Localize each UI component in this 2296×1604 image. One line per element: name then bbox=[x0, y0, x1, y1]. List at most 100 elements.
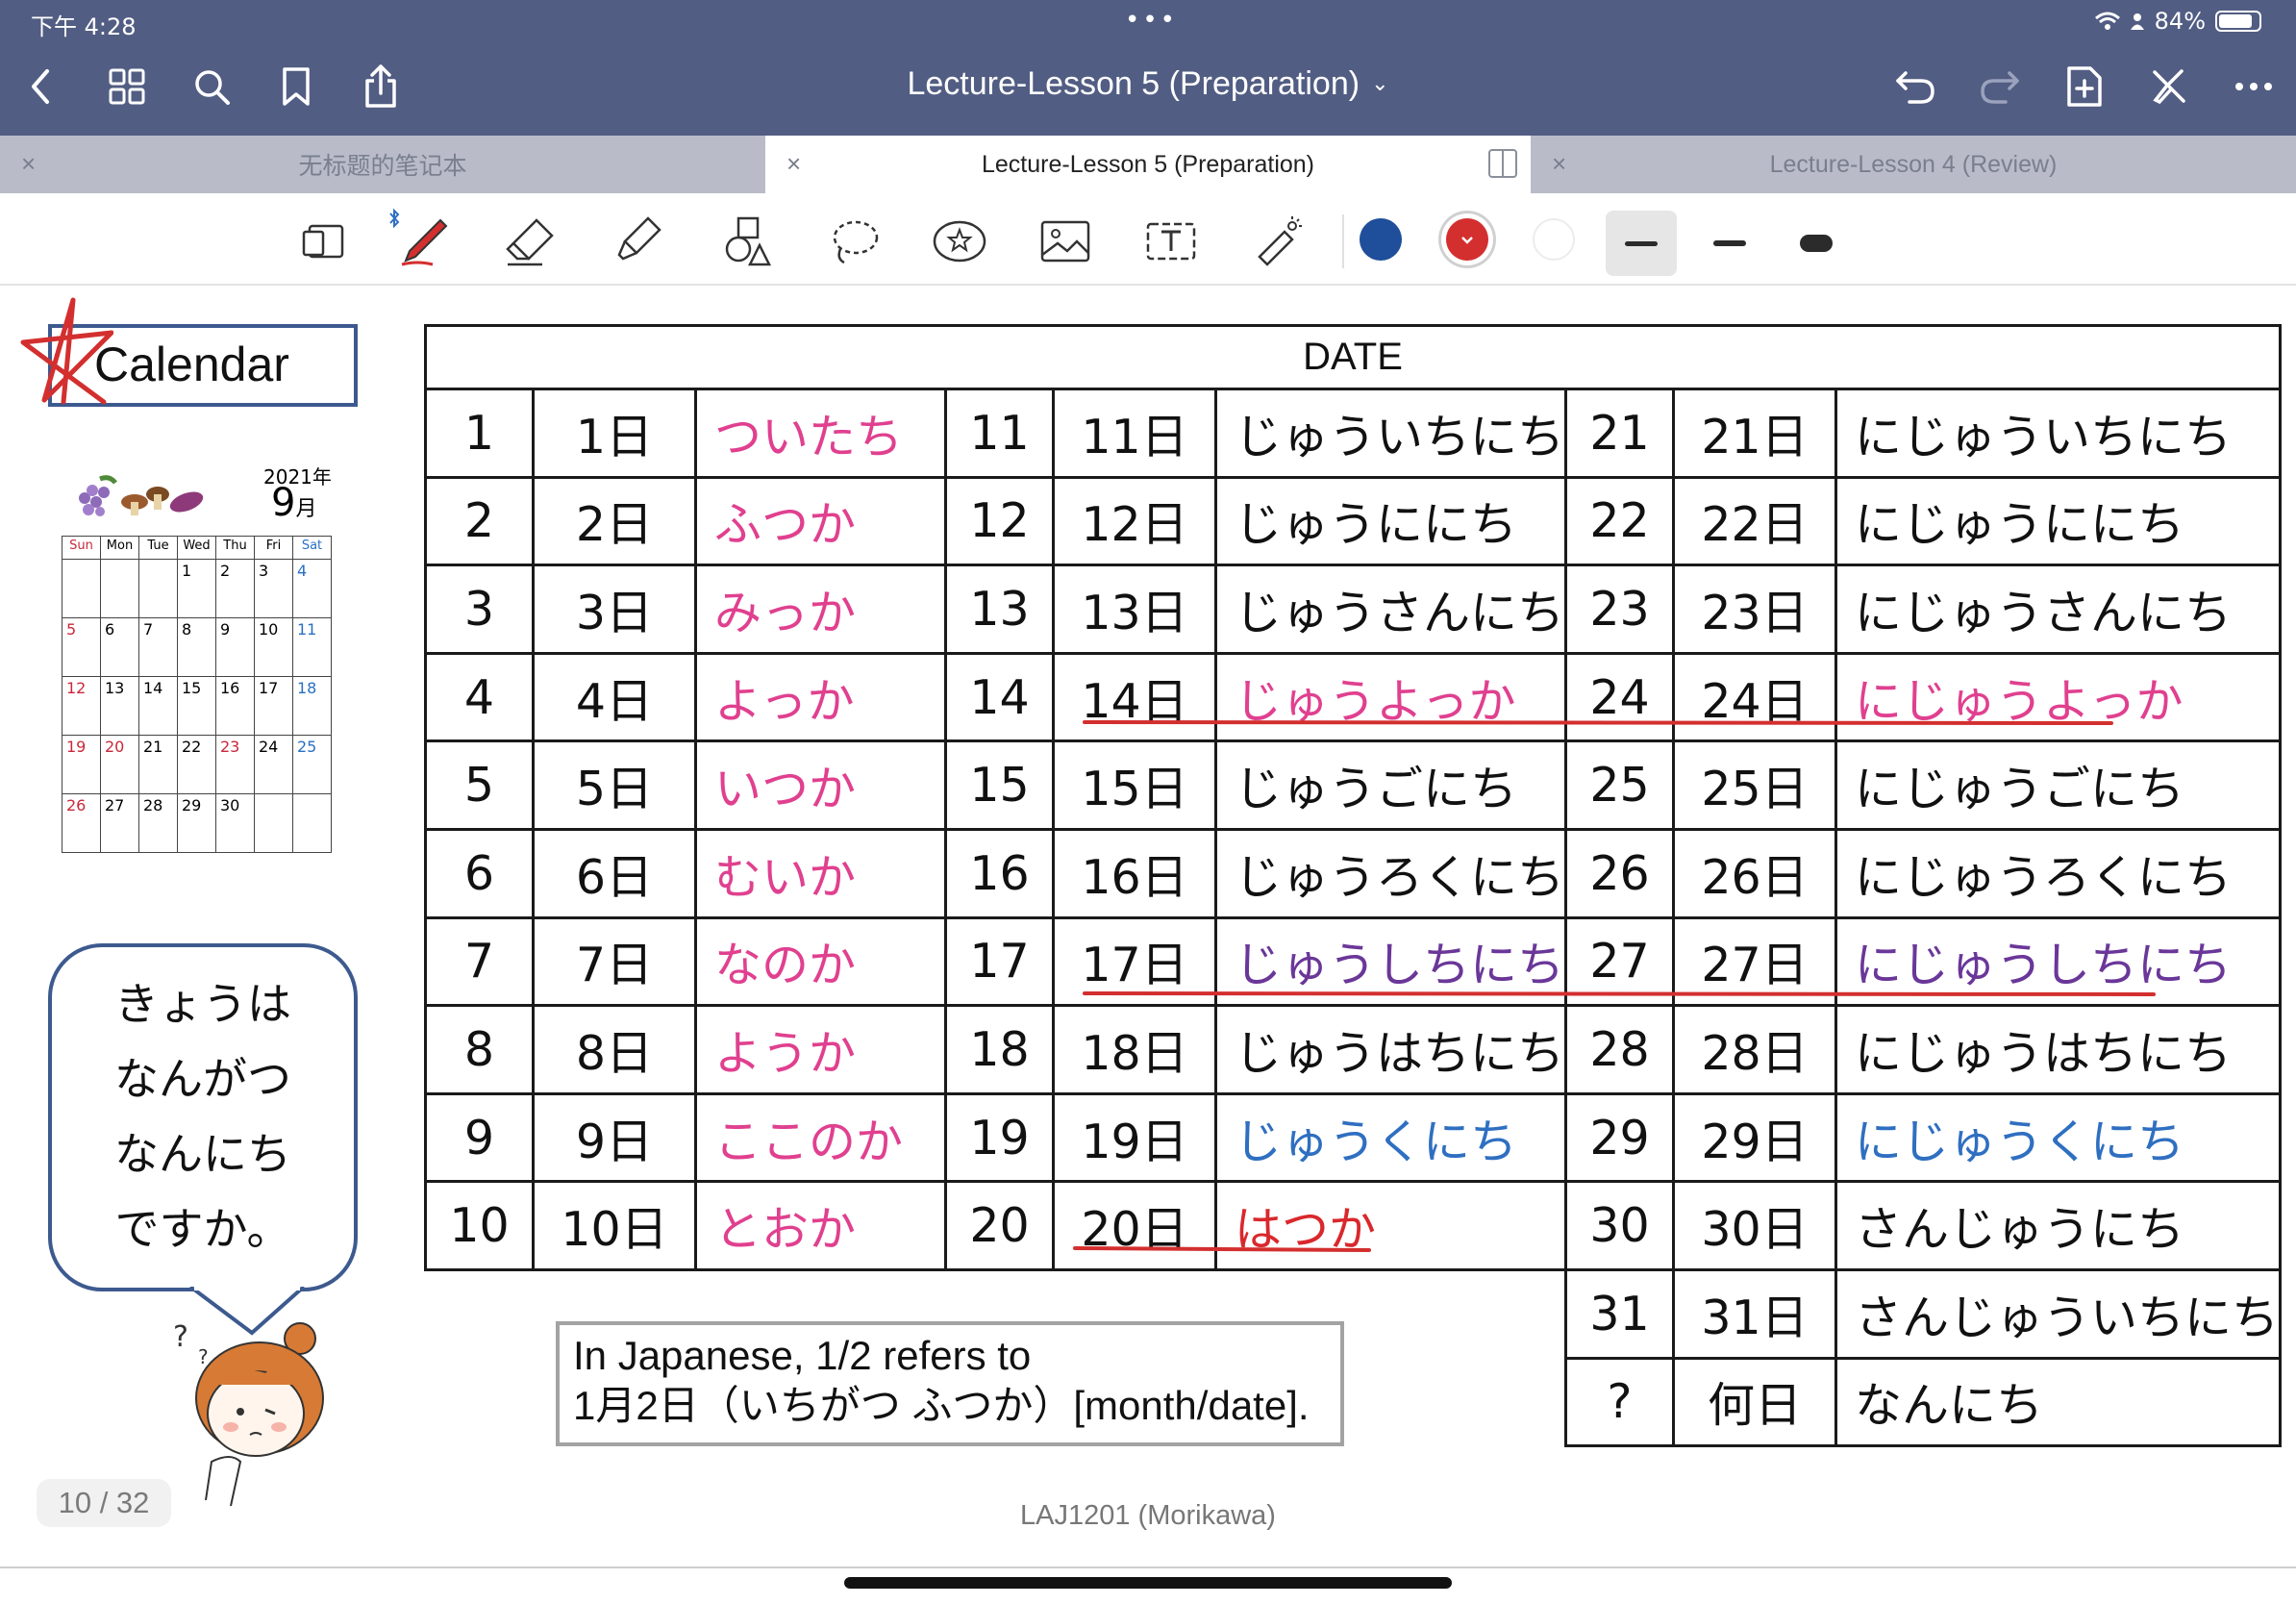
close-icon[interactable]: × bbox=[786, 149, 801, 179]
wifi-icon bbox=[2094, 12, 2120, 30]
calendar-day: 6 bbox=[100, 617, 139, 677]
day-kanji: 7日 bbox=[532, 915, 697, 1008]
shapes-icon bbox=[725, 216, 772, 266]
thinking-girl-illustration: ? ? bbox=[173, 1320, 324, 1507]
bubble-line: ですか。 bbox=[114, 1203, 291, 1255]
thickness-thin-button[interactable] bbox=[1606, 211, 1677, 276]
toolbar-divider bbox=[1342, 214, 1344, 268]
weekday-header: Thu bbox=[215, 536, 255, 560]
close-icon[interactable]: × bbox=[21, 149, 36, 179]
calendar-day: 26 bbox=[62, 793, 101, 853]
day-number: 9 bbox=[424, 1091, 535, 1184]
table-row: 7 7日 なのか 17 17日 じゅうしちにち 27 27日 にじゅうしちにち bbox=[424, 915, 2283, 1008]
day-kanji: 22日 bbox=[1672, 475, 1838, 567]
day-reading: はつか bbox=[1213, 1180, 1568, 1271]
shapes-tool[interactable] bbox=[719, 213, 777, 270]
day-reading: むいか bbox=[694, 827, 947, 919]
bubble-line: きょうは bbox=[114, 978, 291, 1030]
tab-label: Lecture-Lesson 5 (Preparation) bbox=[981, 150, 1315, 178]
home-indicator[interactable] bbox=[844, 1577, 1452, 1589]
page-indicator[interactable]: 10 / 32 bbox=[37, 1479, 171, 1527]
tab-untitled-notebook[interactable]: × 无标题的笔记本 bbox=[0, 136, 765, 193]
table-row: 1 1日 ついたち 11 11日 じゅういちにち 21 21日 にじゅういちにち bbox=[424, 388, 2283, 479]
color-swatch-red-selected[interactable] bbox=[1446, 218, 1488, 261]
color-swatch-white[interactable] bbox=[1533, 218, 1575, 261]
day-number: 20 bbox=[944, 1180, 1055, 1271]
calendar-day bbox=[138, 559, 178, 618]
calendar-day: 5 bbox=[62, 617, 101, 677]
day-kanji: 15日 bbox=[1052, 739, 1217, 831]
calendar-day: 28 bbox=[138, 793, 178, 853]
calendar-day: 22 bbox=[177, 735, 216, 794]
redo-icon bbox=[1981, 71, 2019, 104]
page-view-tool[interactable] bbox=[294, 213, 352, 270]
drawing-toolbar bbox=[0, 193, 2296, 286]
thickness-medium-button[interactable] bbox=[1694, 211, 1765, 276]
day-kanji: 24日 bbox=[1672, 651, 1838, 743]
image-tool[interactable] bbox=[1036, 213, 1094, 270]
day-number: 31 bbox=[1564, 1267, 1676, 1360]
close-icon[interactable]: × bbox=[1552, 149, 1566, 179]
day-reading: にじゅうしちにち bbox=[1834, 915, 2283, 1008]
color-swatch-blue[interactable] bbox=[1360, 218, 1402, 261]
day-reading: よっか bbox=[694, 651, 947, 743]
calendar-day: 8 bbox=[177, 617, 216, 677]
pen-tool[interactable] bbox=[389, 209, 454, 270]
battery-fill bbox=[2219, 14, 2252, 28]
day-kanji: 2日 bbox=[532, 475, 697, 567]
day-number: 12 bbox=[944, 475, 1055, 567]
day-number: 16 bbox=[944, 827, 1055, 919]
calendar-day: 2 bbox=[215, 559, 255, 618]
calendar-day bbox=[62, 559, 101, 618]
sticker-tool[interactable] bbox=[931, 213, 988, 270]
highlighter-icon bbox=[617, 216, 661, 261]
day-reading: じゅうさんにち bbox=[1213, 564, 1568, 655]
calendar-day: 24 bbox=[254, 735, 293, 794]
calendar-day: 15 bbox=[177, 676, 216, 736]
day-reading: じゅうごにち bbox=[1213, 739, 1568, 831]
tab-lesson-4[interactable]: × Lecture-Lesson 4 (Review) bbox=[1531, 136, 2296, 193]
day-number: 28 bbox=[1564, 1004, 1676, 1095]
table-row: 10 10日 とおか 20 20日 はつか 30 30日 さんじゅうにち bbox=[424, 1180, 2283, 1271]
split-view-icon[interactable] bbox=[1488, 149, 1517, 178]
thickness-thick-button[interactable] bbox=[1781, 211, 1852, 276]
page-view-icon bbox=[302, 224, 344, 259]
calendar-day: 1 bbox=[177, 559, 216, 618]
day-reading: さんじゅういちにち bbox=[1834, 1267, 2283, 1360]
add-page-button[interactable] bbox=[2058, 60, 2111, 113]
tab-lesson-5[interactable]: × Lecture-Lesson 5 (Preparation) bbox=[765, 136, 1531, 193]
tab-label: Lecture-Lesson 4 (Review) bbox=[1769, 150, 2058, 178]
day-kanji: 11日 bbox=[1052, 388, 1217, 479]
more-button[interactable] bbox=[2227, 60, 2281, 113]
day-kanji: 26日 bbox=[1672, 827, 1838, 919]
undo-icon bbox=[1896, 71, 1934, 104]
day-reading: ついたち bbox=[694, 388, 947, 479]
table-row: 2 2日 ふつか 12 12日 じゅうににち 22 22日 にじゅうににち bbox=[424, 475, 2283, 567]
undo-button[interactable] bbox=[1888, 60, 1942, 113]
day-number: 24 bbox=[1564, 651, 1676, 743]
calendar-day: 21 bbox=[138, 735, 178, 794]
speech-bubble-text: きょうは なんがつ なんにち ですか。 bbox=[48, 966, 358, 1266]
day-reading: にじゅうごにち bbox=[1834, 739, 2283, 831]
tab-label: 无标题的笔记本 bbox=[298, 153, 467, 180]
svg-text:?: ? bbox=[173, 1320, 188, 1354]
text-tool[interactable] bbox=[1142, 213, 1200, 270]
calendar-day: 7 bbox=[138, 617, 178, 677]
highlighter-tool[interactable] bbox=[608, 213, 665, 270]
day-reading: にじゅうににち bbox=[1834, 475, 2283, 567]
document-title-menu[interactable]: Lecture-Lesson 5 (Preparation) ⌄ bbox=[0, 65, 2296, 103]
table-row: 3 3日 みっか 13 13日 じゅうさんにち 23 23日 にじゅうさんにち bbox=[424, 564, 2283, 655]
redo-button[interactable] bbox=[1973, 60, 2027, 113]
day-reading: じゅうくにち bbox=[1213, 1091, 1568, 1184]
day-kanji: 29日 bbox=[1672, 1091, 1838, 1184]
lasso-tool[interactable] bbox=[825, 213, 883, 270]
calendar-day: 14 bbox=[138, 676, 178, 736]
day-kanji: 23日 bbox=[1672, 564, 1838, 655]
laser-pointer-tool[interactable] bbox=[1248, 213, 1306, 270]
weekday-header: Mon bbox=[100, 536, 139, 560]
multitasking-dots[interactable]: ••• bbox=[1125, 6, 1178, 35]
weekday-header: Sat bbox=[292, 536, 332, 560]
tools-toggle-button[interactable] bbox=[2142, 60, 2196, 113]
calendar-day: 19 bbox=[62, 735, 101, 794]
eraser-tool[interactable] bbox=[502, 213, 560, 270]
